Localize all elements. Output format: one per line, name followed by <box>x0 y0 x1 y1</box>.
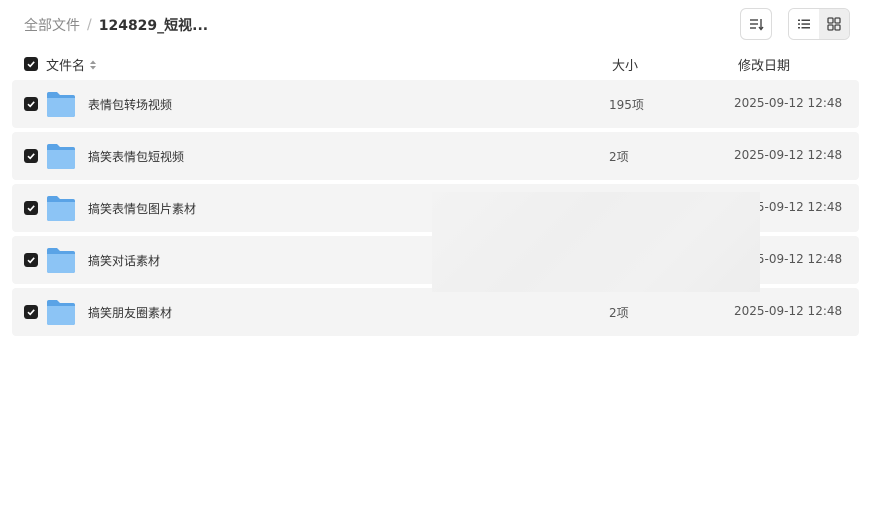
sort-icon <box>750 19 764 31</box>
column-header-name-label: 文件名 <box>46 59 86 74</box>
overlay-panel <box>432 192 760 292</box>
top-bar: 全部文件 / 124829_短视... <box>0 0 874 48</box>
table-row[interactable]: 搞笑朋友圈素材 2项 2025-09-12 12:48 <box>12 288 859 336</box>
row-checkbox[interactable] <box>24 149 38 163</box>
check-icon <box>27 61 35 68</box>
folder-icon <box>47 248 75 273</box>
file-name[interactable]: 搞笑朋友圈素材 <box>88 304 172 321</box>
file-name[interactable]: 搞笑表情包短视频 <box>88 148 184 165</box>
file-name[interactable]: 搞笑对话素材 <box>88 252 160 269</box>
row-checkbox[interactable] <box>24 305 38 319</box>
breadcrumb: 全部文件 / 124829_短视... <box>24 15 208 35</box>
check-icon <box>27 101 35 108</box>
check-icon <box>27 153 35 160</box>
row-checkbox[interactable] <box>24 201 38 215</box>
check-icon <box>27 205 35 212</box>
row-checkbox[interactable] <box>24 97 38 111</box>
column-header-name[interactable]: 文件名 <box>46 55 98 74</box>
grid-view-icon <box>827 17 841 31</box>
breadcrumb-separator: / <box>87 17 92 33</box>
list-view-button[interactable] <box>789 9 819 39</box>
file-date: 2025-09-12 12:48 <box>734 148 843 162</box>
table-header: 文件名 大小 修改日期 <box>12 52 859 76</box>
file-name[interactable]: 搞笑表情包图片素材 <box>88 200 196 217</box>
file-date: 2025-09-12 12:48 <box>734 96 843 110</box>
file-date: 2025-09-12 12:48 <box>734 304 843 318</box>
file-name[interactable]: 表情包转场视频 <box>88 96 172 113</box>
table-row[interactable]: 搞笑表情包短视频 2项 2025-09-12 12:48 <box>12 132 859 180</box>
view-toggle <box>788 8 850 40</box>
file-size: 195项 <box>609 98 644 112</box>
list-view-icon <box>798 19 810 29</box>
folder-icon <box>47 144 75 169</box>
sort-toggle-icon <box>90 60 97 69</box>
column-header-date[interactable]: 修改日期 <box>738 55 790 74</box>
grid-view-button[interactable] <box>819 9 849 39</box>
check-icon <box>27 257 35 264</box>
folder-icon <box>47 92 75 117</box>
sort-button[interactable] <box>740 8 772 40</box>
folder-icon <box>47 196 75 221</box>
file-size: 2项 <box>609 306 629 320</box>
check-icon <box>27 309 35 316</box>
select-all-checkbox[interactable] <box>24 57 38 71</box>
table-row[interactable]: 表情包转场视频 195项 2025-09-12 12:48 <box>12 80 859 128</box>
column-header-size[interactable]: 大小 <box>612 55 638 74</box>
file-size: 2项 <box>609 150 629 164</box>
breadcrumb-root[interactable]: 全部文件 <box>24 15 80 35</box>
folder-icon <box>47 300 75 325</box>
row-checkbox[interactable] <box>24 253 38 267</box>
breadcrumb-current: 124829_短视... <box>98 18 209 34</box>
